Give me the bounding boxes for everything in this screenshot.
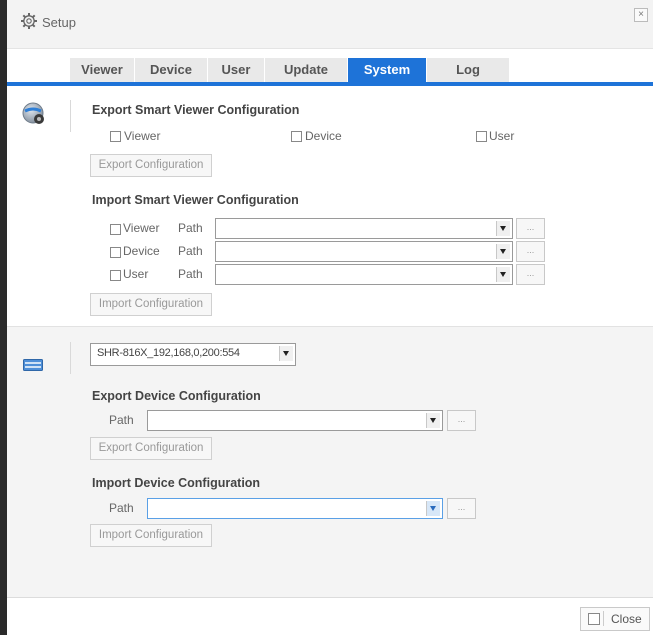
dropdown-arrow-icon[interactable]: [279, 346, 293, 361]
browse-viewer-button[interactable]: ...: [516, 218, 545, 239]
path-label: Path: [109, 413, 134, 427]
browse-export-device-button[interactable]: ...: [447, 410, 476, 431]
dropdown-arrow-icon[interactable]: [426, 413, 440, 428]
import-device-path-combo[interactable]: [147, 498, 443, 519]
import-checkbox-user[interactable]: [110, 270, 121, 281]
dropdown-arrow-icon[interactable]: [426, 501, 440, 516]
browse-user-button[interactable]: ...: [516, 264, 545, 285]
gear-icon: [20, 12, 38, 30]
tab-viewer[interactable]: Viewer: [70, 58, 134, 82]
import-row-label: Viewer: [123, 221, 160, 235]
device-select-value: SHR-816X_192,168,0,200:554: [97, 347, 240, 359]
settings-globe-icon: [22, 102, 46, 126]
device-section: [7, 326, 653, 597]
checkbox-viewer-label: Viewer: [124, 129, 161, 143]
section-divider: [70, 100, 71, 132]
import-device-heading: Import Device Configuration: [92, 476, 261, 490]
dropdown-arrow-icon[interactable]: [496, 244, 510, 259]
checkbox-device-label: Device: [305, 129, 342, 143]
import-device-config-button[interactable]: Import Configuration: [90, 524, 212, 547]
close-icon[interactable]: ×: [634, 8, 648, 22]
close-button[interactable]: Close: [580, 607, 650, 631]
footer: [7, 597, 653, 636]
browse-device-button[interactable]: ...: [516, 241, 545, 262]
user-path-combo[interactable]: [215, 264, 513, 285]
tab-user[interactable]: User: [208, 58, 264, 82]
dropdown-arrow-icon[interactable]: [496, 221, 510, 236]
tab-system[interactable]: System: [348, 58, 426, 82]
export-device-config-button[interactable]: Export Configuration: [90, 437, 212, 460]
path-label: Path: [178, 221, 203, 235]
checkbox-viewer[interactable]: [110, 131, 121, 142]
checkbox-user-label: User: [489, 129, 515, 143]
export-viewer-config-button[interactable]: Export Configuration: [90, 154, 212, 177]
checkbox-user[interactable]: [476, 131, 487, 142]
tab-bar: Viewer Device User Update System Log: [70, 58, 510, 82]
device-icon: [23, 357, 43, 373]
device-select[interactable]: SHR-816X_192,168,0,200:554: [90, 343, 296, 366]
path-label: Path: [109, 501, 134, 515]
browse-import-device-button[interactable]: ...: [447, 498, 476, 519]
import-viewer-heading: Import Smart Viewer Configuration: [92, 193, 299, 207]
export-device-heading: Export Device Configuration: [92, 389, 261, 403]
tab-update[interactable]: Update: [265, 58, 347, 82]
export-viewer-heading: Export Smart Viewer Configuration: [92, 103, 300, 117]
close-button-label: Close: [611, 612, 642, 626]
import-viewer-config-button[interactable]: Import Configuration: [90, 293, 212, 316]
viewer-path-combo[interactable]: [215, 218, 513, 239]
import-checkbox-viewer[interactable]: [110, 224, 121, 235]
window-frame: [0, 0, 7, 635]
title-bar: [7, 0, 653, 49]
button-divider: [603, 611, 604, 626]
device-path-combo[interactable]: [215, 241, 513, 262]
tab-log[interactable]: Log: [427, 58, 509, 82]
import-row-label: User: [123, 267, 149, 281]
checkbox-icon: [588, 613, 600, 625]
dropdown-arrow-icon[interactable]: [496, 267, 510, 282]
tab-device[interactable]: Device: [135, 58, 207, 82]
import-row-label: Device: [123, 244, 160, 258]
path-label: Path: [178, 244, 203, 258]
section-divider: [70, 342, 71, 374]
checkbox-device[interactable]: [291, 131, 302, 142]
window-title: Setup: [42, 15, 76, 30]
import-checkbox-device[interactable]: [110, 247, 121, 258]
export-device-path-combo[interactable]: [147, 410, 443, 431]
path-label: Path: [178, 267, 203, 281]
